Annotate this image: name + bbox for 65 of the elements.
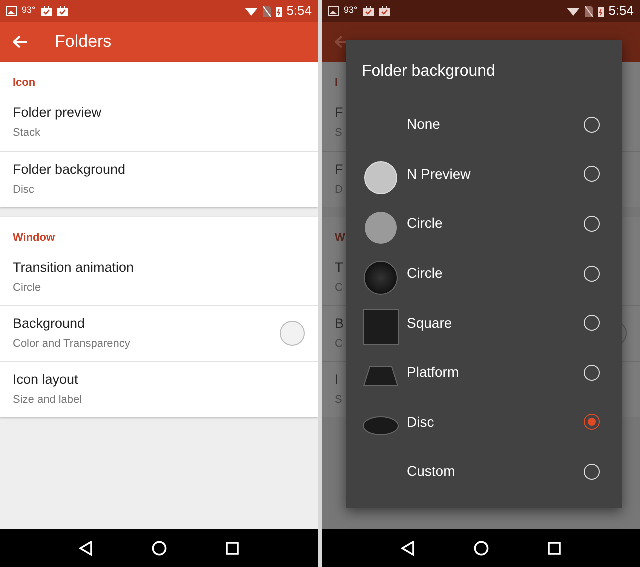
section-header: I — [335, 77, 338, 89]
trapezoid-icon — [362, 366, 400, 388]
item-title: B — [335, 316, 344, 332]
briefcase-check-icon — [40, 6, 52, 16]
settings-item[interactable]: Folder background Disc — [0, 150, 318, 206]
item-title: Folder background — [13, 162, 126, 177]
ellipse-icon — [362, 416, 400, 436]
item-subtitle: Size and label — [13, 394, 82, 406]
option-label: Circle — [407, 264, 444, 284]
item-title: Folder preview — [13, 105, 102, 120]
settings-item[interactable]: Transition animation Circle — [0, 249, 318, 305]
item-title: Transition animation — [13, 260, 134, 275]
settings-item[interactable]: Icon layout Size and label — [0, 361, 318, 417]
briefcase-check-icon — [362, 6, 374, 16]
picture-icon — [6, 6, 17, 16]
section-header: Icon — [13, 77, 36, 89]
section-header: W — [335, 232, 346, 244]
back-icon — [79, 540, 94, 556]
item-title: Icon layout — [13, 372, 78, 388]
wifi-icon — [566, 6, 580, 16]
circle-icon — [362, 258, 400, 297]
item-subtitle: Stack — [13, 127, 41, 140]
home-icon — [152, 540, 167, 556]
circle-icon — [362, 159, 400, 198]
no-sim-icon — [584, 6, 593, 16]
option-label: Custom — [407, 462, 456, 482]
battery-icon — [276, 6, 282, 16]
square-icon — [362, 308, 400, 346]
clock-text: 5:54 — [286, 2, 312, 20]
option-label: Disc — [407, 412, 436, 432]
back-arrow-icon — [13, 36, 27, 48]
wifi-icon — [244, 6, 258, 16]
option-label: N Preview — [407, 164, 472, 184]
settings-item[interactable]: Background Color and Transparency — [0, 305, 318, 361]
option-label: None — [407, 115, 442, 134]
section-header: Window — [13, 232, 56, 244]
recents-icon — [226, 542, 239, 554]
item-title: F — [335, 162, 344, 177]
option-label: Circle — [407, 214, 444, 234]
item-title: F — [335, 105, 344, 120]
item-subtitle: Color and Transparency — [13, 338, 130, 350]
item-title: T — [335, 260, 344, 275]
item-subtitle: Circle — [13, 282, 42, 294]
briefcase-check-icon — [56, 6, 68, 16]
color-swatch[interactable] — [280, 321, 305, 346]
home-icon — [474, 540, 489, 556]
item-title: Background — [13, 316, 86, 332]
back-arrow-icon — [335, 36, 349, 48]
back-icon — [401, 540, 416, 556]
option-label: Platform — [407, 363, 460, 382]
settings-item[interactable]: Folder preview Stack — [0, 94, 318, 150]
battery-icon — [598, 6, 604, 16]
radio-button[interactable] — [584, 414, 600, 430]
temperature-text: 93° — [344, 4, 358, 18]
picture-icon — [328, 6, 339, 16]
item-subtitle: Disc — [13, 184, 34, 196]
screen-title: Folders — [55, 31, 112, 54]
briefcase-check-icon — [378, 6, 390, 16]
no-sim-icon — [262, 6, 271, 16]
dialog-title: Folder background — [361, 62, 496, 82]
clock-text: 5:54 — [608, 2, 634, 20]
item-title: I — [335, 372, 339, 388]
temperature-text: 93° — [22, 4, 36, 18]
option-label: Square — [407, 314, 454, 333]
recents-icon — [548, 542, 561, 554]
